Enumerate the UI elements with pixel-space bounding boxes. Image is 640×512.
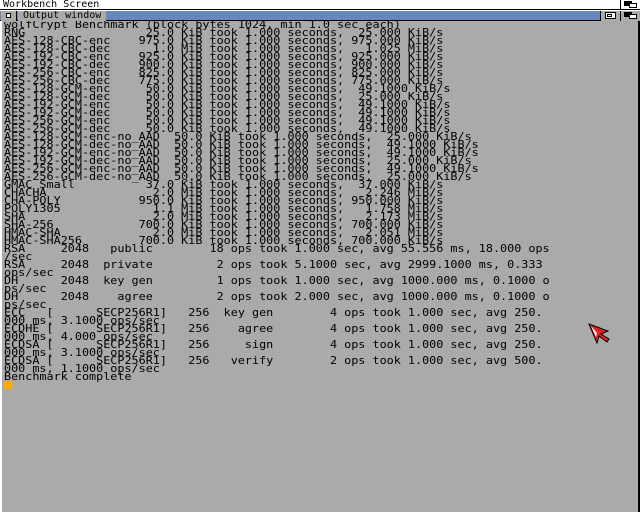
output-window: Output window wolfCrypt Benchmark (block…: [0, 10, 640, 512]
screen-depth-icon[interactable]: [620, 0, 640, 9]
mouse-pointer-icon: [588, 323, 610, 345]
screen-title: Workbench Screen: [3, 0, 100, 10]
close-icon[interactable]: [1, 11, 17, 21]
text-cursor: [4, 381, 13, 389]
window-border-left: [0, 21, 2, 512]
console-line: Benchmark complete: [4, 370, 132, 383]
window-title-bar[interactable]: Output window: [0, 10, 640, 21]
zoom-icon[interactable]: [600, 11, 620, 21]
console-output[interactable]: wolfCrypt Benchmark (block bytes 1024, m…: [4, 21, 634, 509]
console-line: DH 2048 key gen 1 ops took 1.000 sec, av…: [4, 274, 550, 287]
window-title: Output window: [18, 11, 107, 21]
console-line: RSA 2048 public 18 ops took 1.000 sec, a…: [4, 242, 550, 255]
console-prompt-line: [4, 381, 634, 389]
console-line: RSA 2048 private 2 ops took 5.1000 sec, …: [4, 258, 543, 271]
depth-icon[interactable]: [620, 11, 640, 21]
screen-title-bar[interactable]: Workbench Screen: [0, 0, 640, 10]
console-line: DH 2048 agree 2 ops took 2.000 sec, avg …: [4, 290, 550, 303]
